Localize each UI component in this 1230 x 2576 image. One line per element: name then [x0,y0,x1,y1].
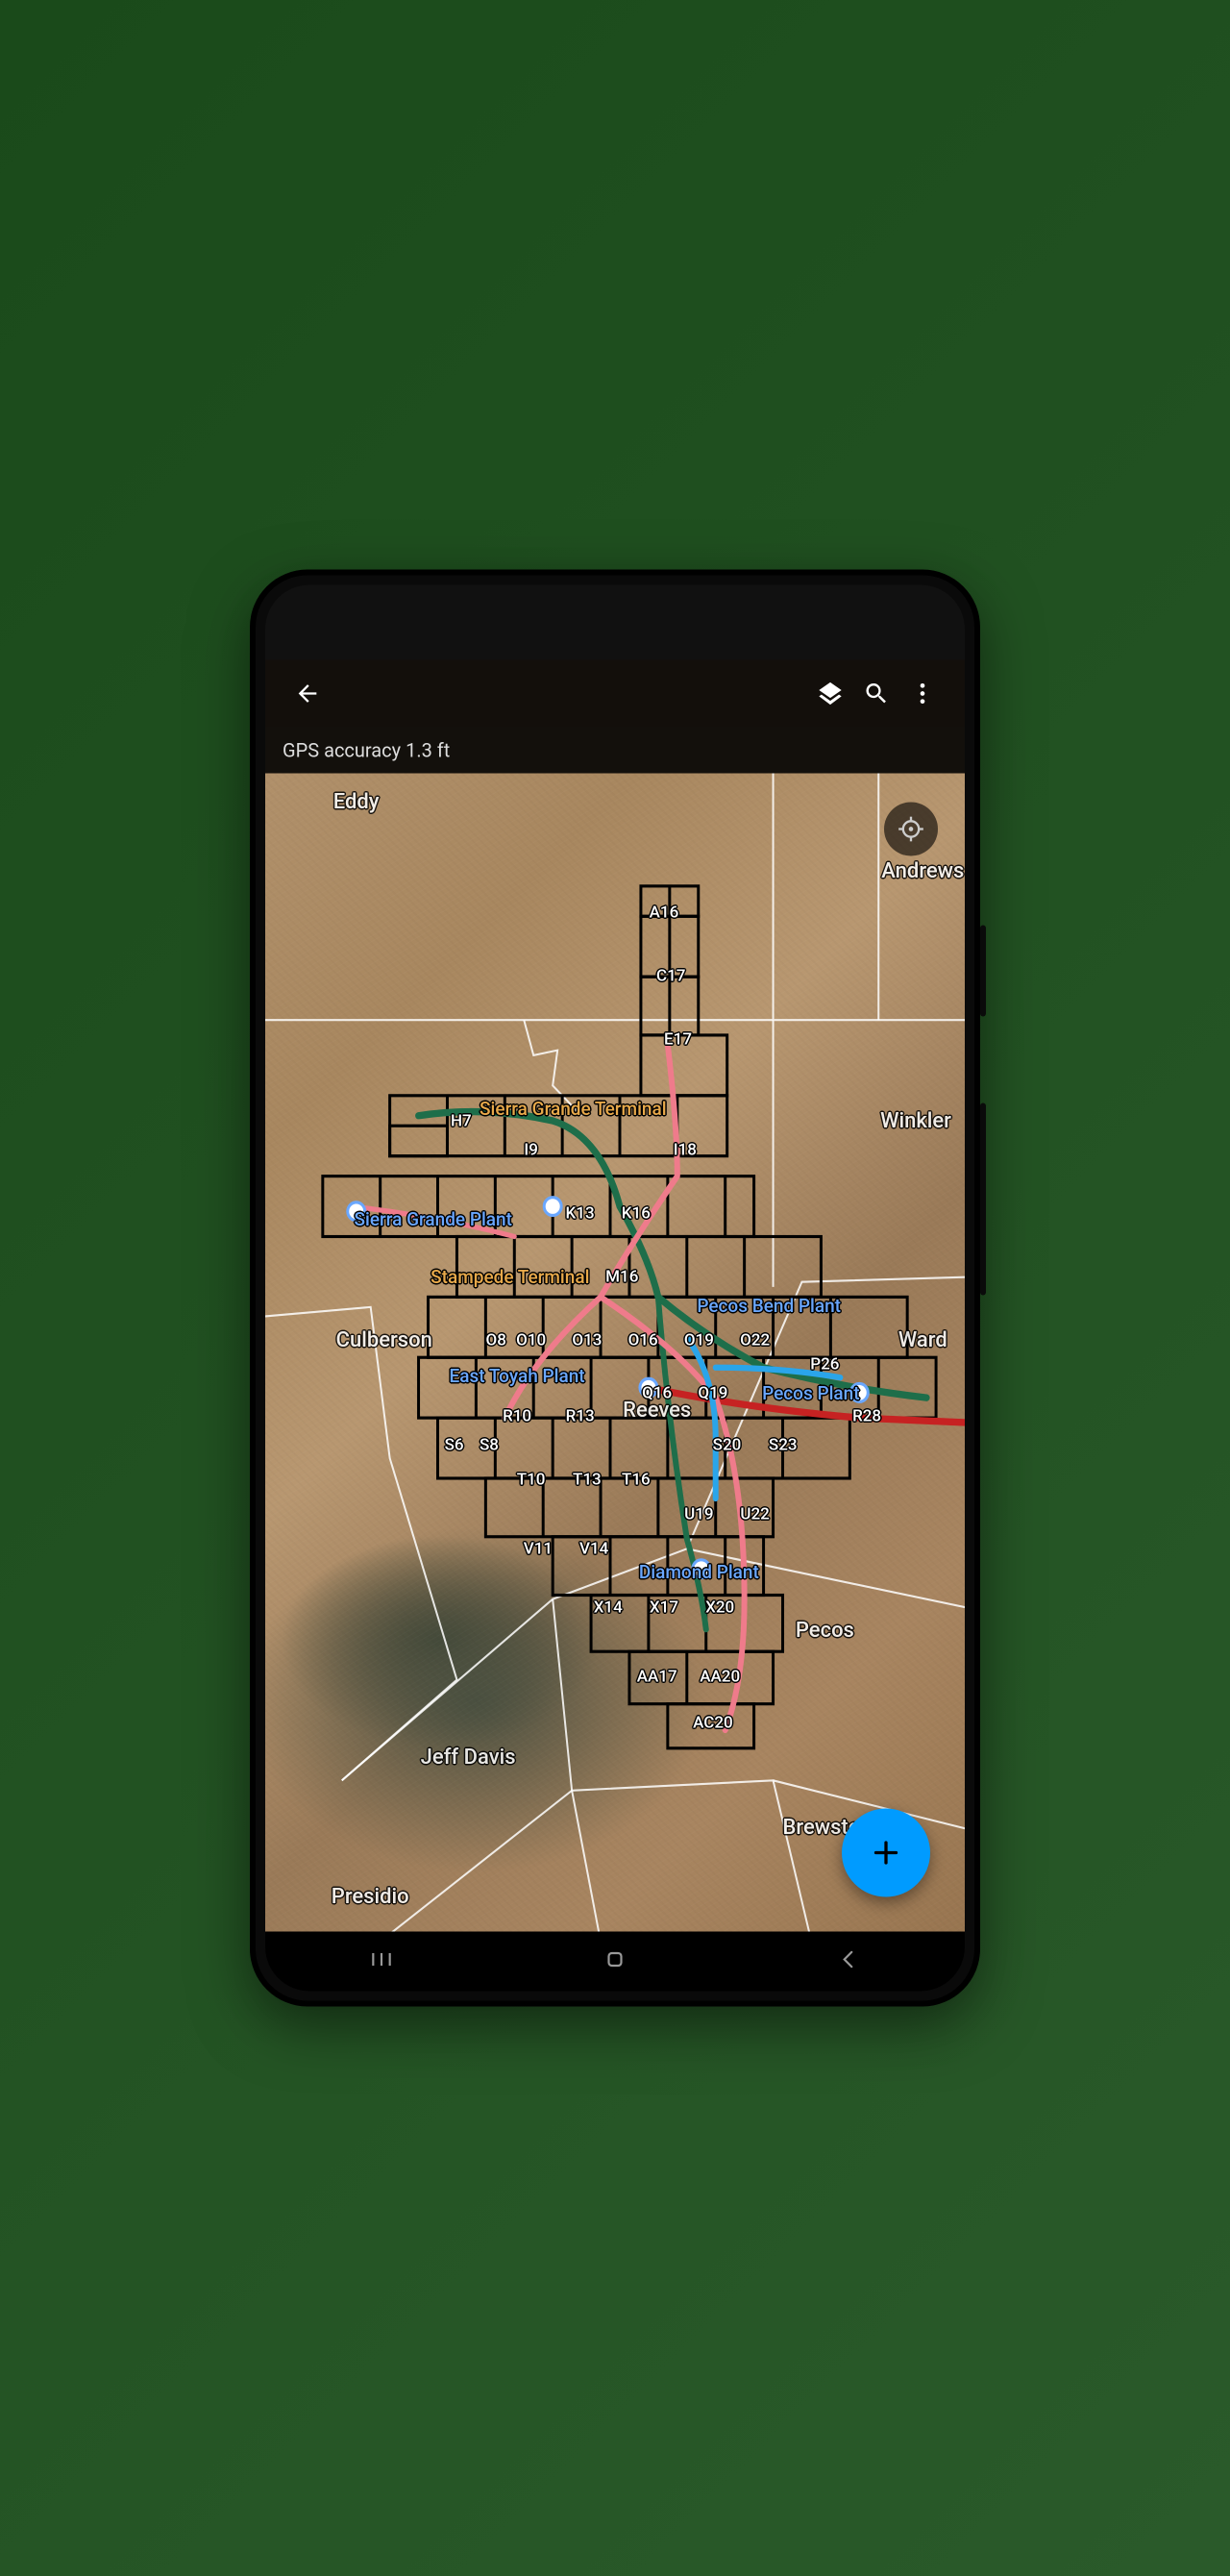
arrow-back-icon [294,681,321,707]
nav-back-button[interactable] [807,1938,890,1986]
app-bar [265,660,965,728]
status-bar [265,585,965,660]
recents-button[interactable] [340,1938,423,1986]
chevron-left-icon [836,1947,861,1972]
map-overlay-svg [265,774,965,1932]
android-nav-bar [265,1932,965,1992]
home-icon [603,1947,627,1972]
plus-icon [869,1836,903,1870]
layers-button[interactable] [807,671,853,717]
search-icon [863,681,890,707]
gps-accuracy-bar: GPS accuracy 1.3 ft [265,728,965,774]
add-button-fab[interactable] [842,1809,930,1897]
more-vert-icon [909,681,936,707]
locate-me-button[interactable] [884,803,938,856]
more-menu-button[interactable] [899,671,946,717]
search-button[interactable] [853,671,899,717]
home-button[interactable] [574,1938,656,1986]
back-button[interactable] [284,671,331,717]
map-canvas[interactable]: EddyAndrewsWinklerWardCulbersonReevesPec… [265,774,965,1932]
layers-icon [817,681,844,707]
gps-accuracy-text: GPS accuracy 1.3 ft [283,739,450,762]
crosshair-icon [898,816,924,843]
recents-icon [369,1947,394,1972]
